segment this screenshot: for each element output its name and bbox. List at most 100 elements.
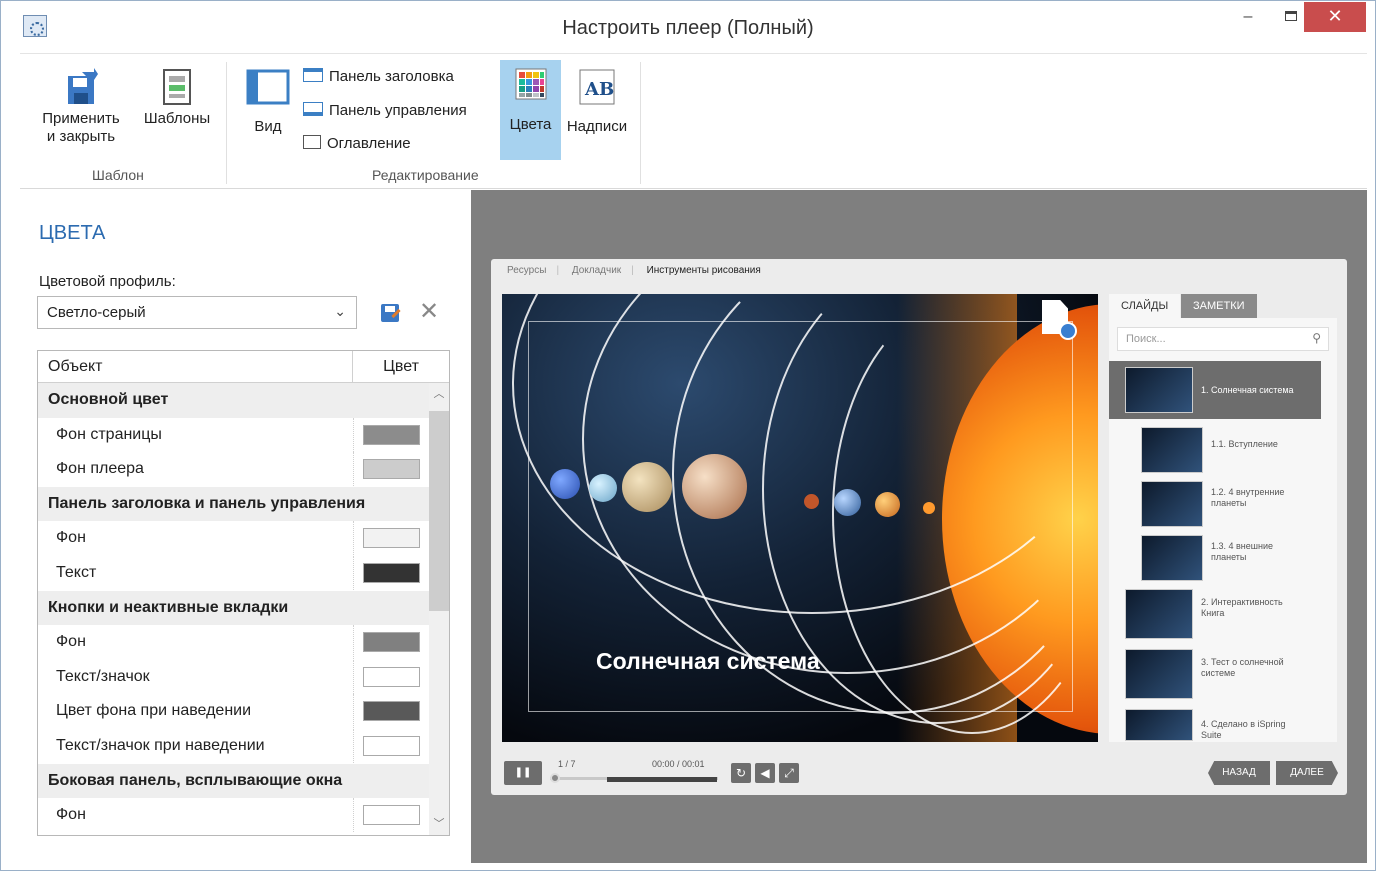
scroll-down-icon[interactable]: ﹀ (429, 815, 449, 833)
tab-slides[interactable]: СЛАЙДЫ (1109, 294, 1181, 318)
delete-profile-icon[interactable]: ✕ (419, 300, 439, 324)
slide-thumbnail (1141, 427, 1203, 473)
table-row[interactable]: Фон (38, 798, 429, 833)
slide-thumbnail (1125, 367, 1193, 413)
templates-label: Шаблоны (143, 110, 211, 127)
outline-label: 1. Солнечная система (1201, 385, 1294, 396)
progress-knob[interactable] (550, 773, 560, 783)
color-swatch[interactable] (363, 632, 420, 653)
object-label: Цвет фона при наведении (56, 702, 252, 720)
search-icon: ⚲ (1312, 331, 1321, 345)
next-button[interactable]: ДАЛЕЕ (1276, 761, 1338, 785)
captions-label: Надписи (566, 118, 628, 135)
player-settings-window: Настроить плеер (Полный) – ✕ Применить и… (0, 0, 1376, 871)
outline-label: 4. Сделано в iSpring Suite (1201, 719, 1286, 741)
scroll-up-icon[interactable]: ︿ (429, 385, 449, 403)
table-row[interactable]: Фон (38, 625, 429, 660)
table-row[interactable]: Фон плеера (38, 452, 429, 487)
colors-table: Объект Цвет Основной цвет Фон страницы Фон… (37, 350, 450, 836)
column-object: Объект (48, 358, 103, 375)
sidebar-search[interactable]: Поиск... ⚲ (1117, 327, 1329, 351)
outline-label-line2: системе (1201, 668, 1236, 678)
outline-label: 2. Интерактивность Книга (1201, 597, 1283, 619)
outline-item[interactable]: 1.3. 4 внешние планеты (1141, 533, 1321, 583)
colors-label: Цвета (509, 116, 552, 133)
slide-thumbnail (1141, 481, 1203, 527)
tab-drawing-tools[interactable]: Инструменты рисования (647, 265, 761, 276)
outline-label-line1: 3. Тест о солнечной (1201, 657, 1284, 667)
title-panel-button[interactable]: Панель заголовка (303, 68, 454, 90)
color-cell (353, 452, 429, 487)
color-cell (353, 417, 429, 452)
color-swatch[interactable] (363, 528, 420, 549)
color-swatch[interactable] (363, 701, 420, 722)
color-swatch[interactable] (363, 424, 420, 445)
table-row[interactable]: Цвет фона при наведении (38, 694, 429, 729)
save-profile-icon[interactable] (381, 304, 399, 322)
table-row[interactable]: Текст/значок при наведении (38, 728, 429, 764)
group-label: Основной цвет (48, 391, 169, 408)
profile-label: Цветовой профиль: (39, 273, 176, 290)
back-button[interactable]: НАЗАД (1208, 761, 1270, 785)
scroll-thumb[interactable] (429, 411, 449, 611)
outline-item[interactable]: 2. Интерактивность Книга (1125, 587, 1321, 643)
outline-label-line1: 2. Интерактивность (1201, 597, 1283, 607)
object-label: Фон (56, 633, 86, 651)
progress-buffer (607, 777, 717, 782)
outline-item[interactable]: 3. Тест о солнечной системе (1125, 647, 1321, 703)
outline-item[interactable]: 1.1. Вступление (1141, 425, 1321, 475)
view-label: Вид (254, 118, 282, 135)
object-label: Текст/значок при наведении (56, 736, 265, 754)
pause-button[interactable]: ❚❚ (504, 761, 542, 785)
color-cell (353, 694, 429, 729)
table-scrollbar[interactable]: ︿ ﹀ (429, 383, 449, 835)
table-row[interactable]: Фон страницы (38, 417, 429, 453)
captions-button[interactable]: AB Надписи (563, 68, 631, 136)
apply-and-close-button[interactable]: Применить и закрыть (34, 68, 128, 146)
color-profile-select[interactable]: Светло-серый ⌄ (37, 296, 357, 329)
tab-notes[interactable]: ЗАМЕТКИ (1181, 294, 1257, 318)
minimize-button[interactable]: – (1226, 1, 1270, 35)
toc-button[interactable]: Оглавление (303, 135, 411, 157)
tab-resources[interactable]: Ресурсы (507, 265, 546, 276)
close-button[interactable]: ✕ (1304, 2, 1366, 32)
replay-icon[interactable]: ↻ (731, 763, 751, 783)
object-label: Фон (56, 529, 86, 547)
table-body: Основной цвет Фон страницы Фон плеера Панел… (38, 383, 429, 833)
ribbon: Применить и закрыть Шаблоны Шаблон Вид П… (20, 53, 1367, 189)
color-swatch[interactable] (363, 805, 420, 826)
outline-label-line2: планеты (1211, 498, 1247, 508)
slide-thumbnail (1125, 589, 1193, 639)
object-label: Фон (56, 806, 86, 824)
color-swatch[interactable] (363, 735, 420, 756)
control-panel-button[interactable]: Панель управления (303, 102, 467, 124)
outline-label-line1: 1.3. 4 внешние (1211, 541, 1273, 551)
outline-label-line1: 1. Солнечная система (1201, 385, 1294, 395)
tab-presenter[interactable]: Докладчик (572, 265, 621, 276)
view-button[interactable]: Вид (242, 68, 294, 136)
title-bar: Настроить плеер (Полный) – ✕ (1, 1, 1375, 53)
templates-button[interactable]: Шаблоны (136, 68, 218, 128)
outline-item[interactable]: 4. Сделано в iSpring Suite (1125, 707, 1321, 741)
palette-icon (515, 68, 546, 100)
chevron-down-icon: ⌄ (334, 303, 346, 319)
outline-item[interactable]: 1.2. 4 внутренние планеты (1141, 479, 1321, 529)
search-placeholder: Поиск... (1126, 333, 1166, 345)
fullscreen-icon[interactable]: ⤢ (779, 763, 799, 783)
color-swatch[interactable] (363, 459, 420, 480)
apply-label-line2: и закрыть (46, 128, 116, 145)
table-group-row: Основной цвет (38, 383, 429, 418)
table-row[interactable]: Текст/значок (38, 659, 429, 695)
outline-label: 1.1. Вступление (1211, 439, 1278, 450)
outline-item[interactable]: 1. Солнечная система (1109, 361, 1321, 419)
text-icon: AB (579, 69, 615, 105)
color-swatch[interactable] (363, 562, 420, 583)
colors-button[interactable]: Цвета (500, 60, 561, 160)
outline-label: 1.3. 4 внешние планеты (1211, 541, 1273, 563)
table-row[interactable]: Текст (38, 555, 429, 591)
table-row[interactable]: Фон (38, 521, 429, 556)
color-swatch[interactable] (363, 666, 420, 687)
player-controls: ❚❚ 1 / 7 00:00 / 00:01 ↻ ◀ ⤢ НАЗАД ДАЛЕЕ (502, 757, 1338, 789)
outline-label-line2: планеты (1211, 552, 1247, 562)
volume-icon[interactable]: ◀ (755, 763, 775, 783)
